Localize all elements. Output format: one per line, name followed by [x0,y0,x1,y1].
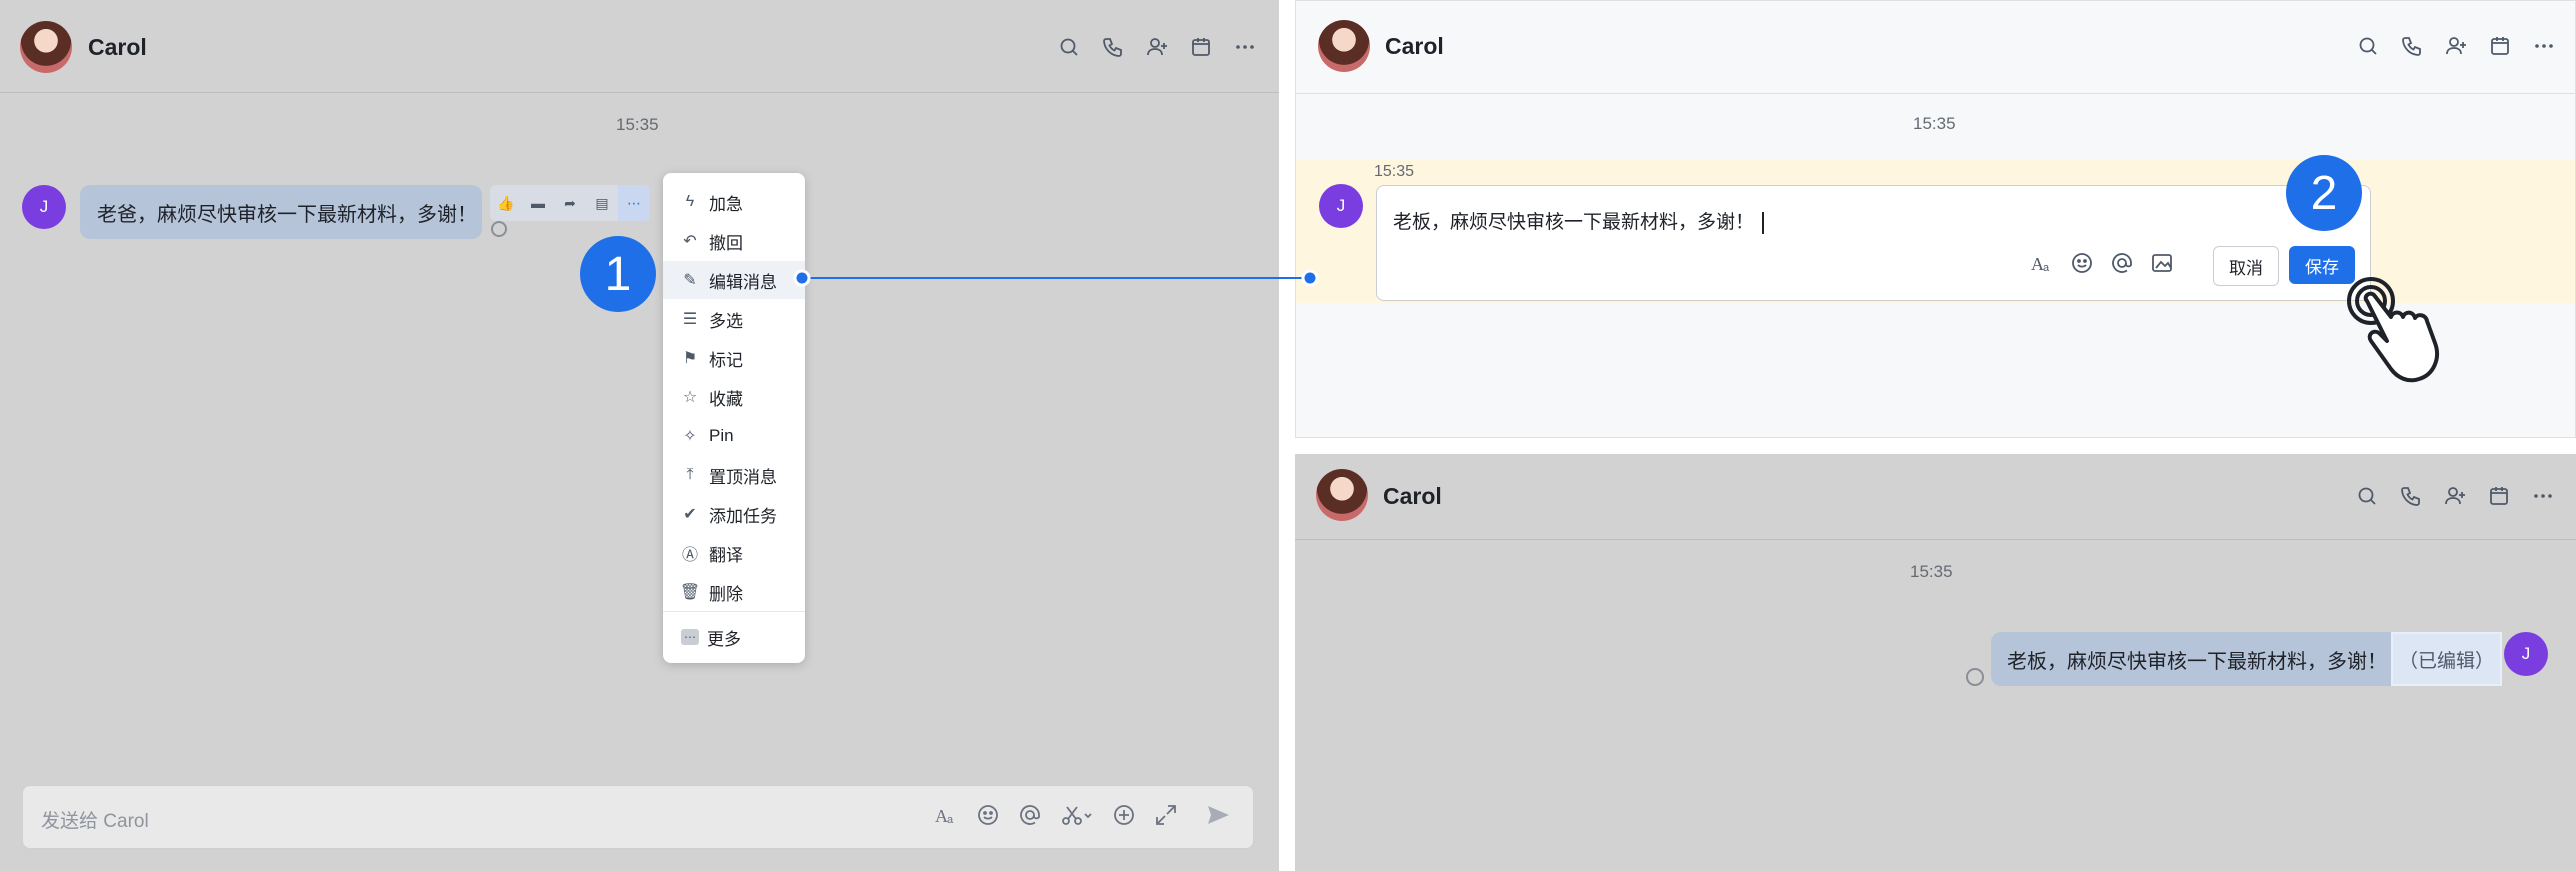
flow-connector [793,269,1319,287]
